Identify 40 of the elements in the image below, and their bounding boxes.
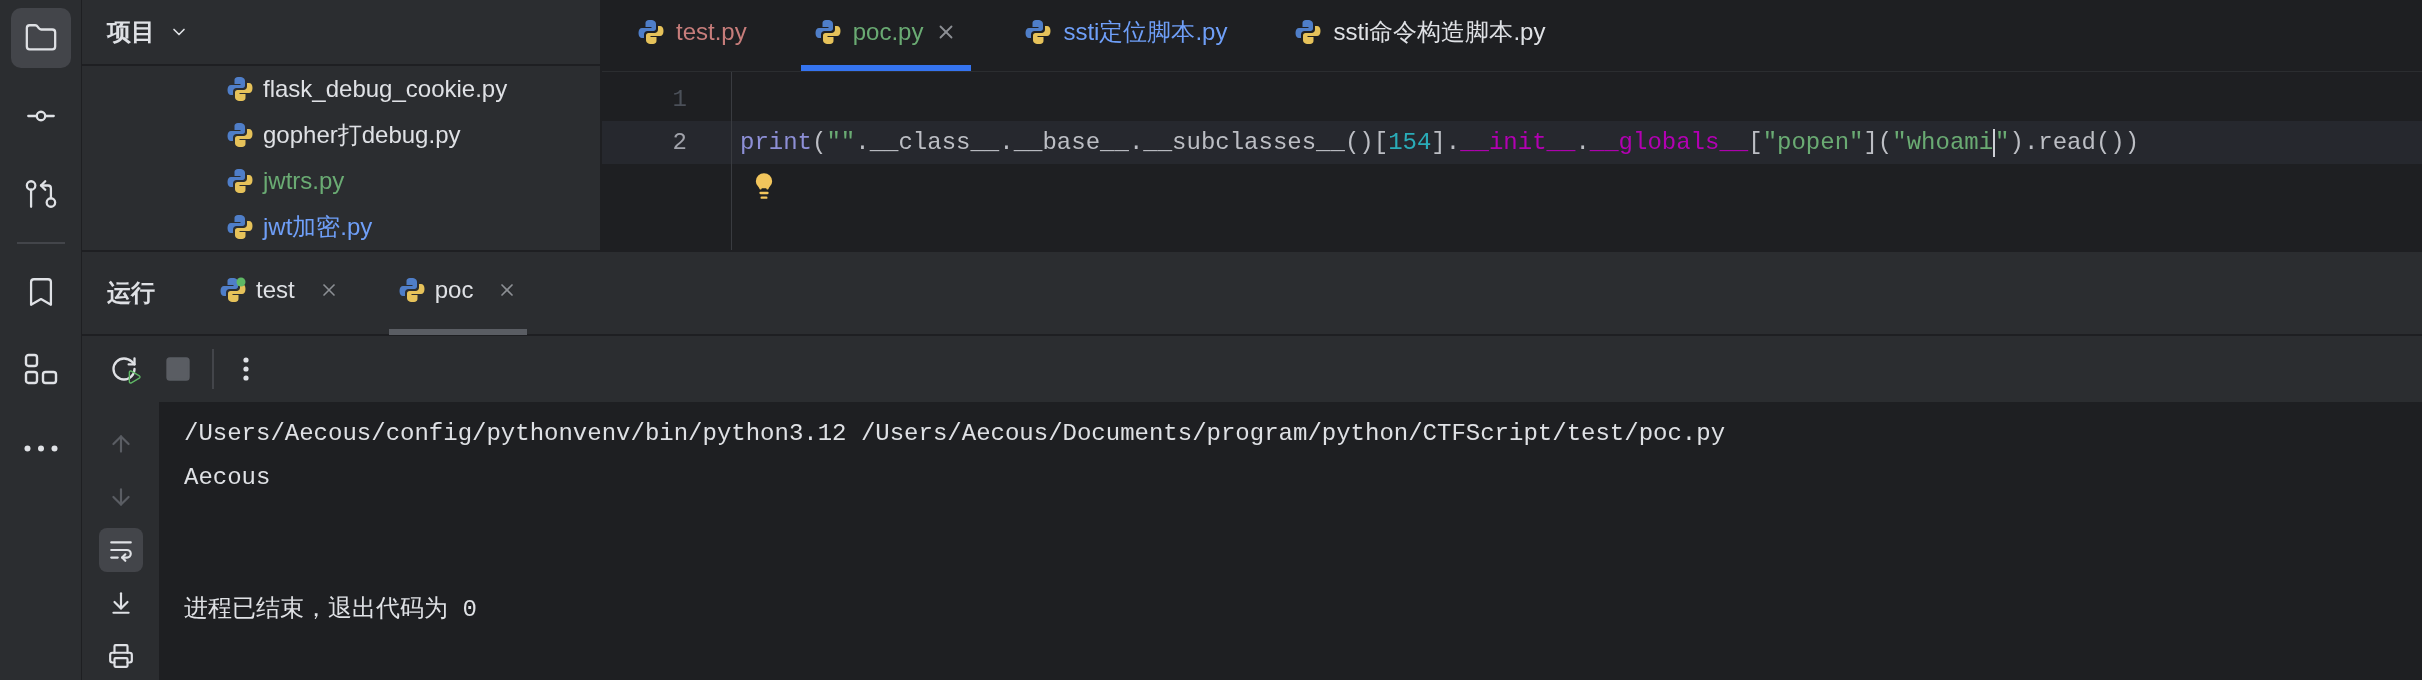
file-name: jwtrs.py [263,166,345,196]
file-item[interactable]: jwt加密.py [227,204,600,250]
editor-tab[interactable]: ssti定位脚本.py [1011,0,1242,71]
console-output-line: 进程已结束，退出代码为 0 [184,595,477,625]
file-name: flask_debug_cookie.py [263,74,508,104]
python-file-icon [227,168,253,194]
print-icon [107,643,134,669]
python-file-icon [1025,19,1052,45]
code-line: print("".__class__.__base__.__subclasses__()[154].__init__.__globals__["popen"]("whoami").read()) [740,127,2140,159]
more-icon [23,444,58,452]
editor-tab[interactable]: ssti命令构造脚本.py [1281,0,1560,71]
toolbar-project-button[interactable] [10,8,71,68]
file-item[interactable]: jwtrs.py [227,158,600,204]
file-item[interactable]: flask_debug_cookie.py [227,66,600,112]
python-file-icon [1295,19,1322,45]
structure-icon [23,353,58,387]
more-vertical-icon [243,357,249,381]
python-file-icon [814,19,841,45]
python-file-icon [227,214,253,240]
python-file-icon [227,122,253,148]
python-file-icon [638,19,664,45]
console-output-line: Aecous [184,463,271,493]
run-panel-title: 运行 [107,278,155,308]
line-number: 2 [672,127,687,158]
rerun-icon [110,355,138,383]
python-file-icon [220,277,246,303]
run-tab[interactable]: test [210,251,349,335]
console-wrap-button[interactable] [98,528,143,572]
play-icon [126,369,142,385]
python-file-icon [398,277,425,303]
python-file-icon [227,76,253,102]
file-name: jwt加密.py [263,212,373,242]
console-output-line: /Users/Aecous/config/pythonvenv/bin/python3.12 /Users/Aecous/Documents/program/python/CTFScript/test/poc.py [184,419,1726,449]
editor-tab[interactable]: test.py [624,0,761,71]
pull-request-icon [23,177,58,211]
project-title: 项目 [107,17,155,47]
file-item[interactable]: gopher打debug.py [227,112,600,158]
text-caret [1993,128,1996,157]
stop-icon [164,355,192,383]
file-name: gopher打debug.py [263,120,461,150]
